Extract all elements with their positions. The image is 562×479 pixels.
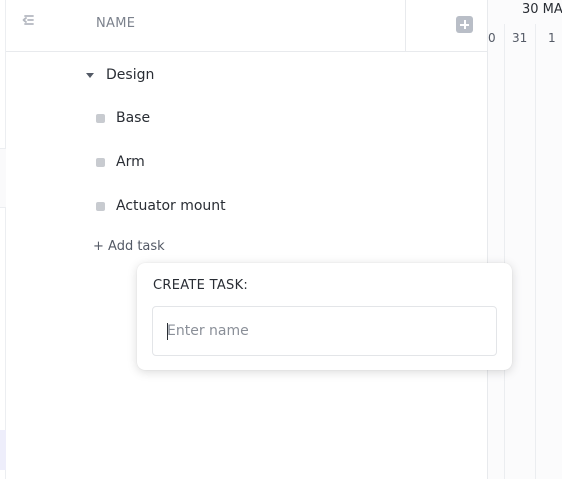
task-row[interactable]: Arm — [96, 152, 145, 172]
day-gridline — [535, 24, 536, 479]
gantt-timeline: 30 MA 0 31 1 — [487, 0, 562, 479]
left-edge-selection — [0, 430, 6, 470]
create-task-popup: CREATE TASK: — [137, 263, 512, 370]
timeline-day: 0 — [488, 31, 496, 45]
collapse-sidebar-icon[interactable] — [19, 11, 39, 31]
group-label: Design — [106, 67, 155, 83]
left-edge-panel — [0, 0, 6, 479]
status-square-icon[interactable] — [96, 201, 105, 211]
task-label: Actuator mount — [116, 198, 226, 214]
text-cursor — [167, 323, 168, 340]
task-row[interactable]: Actuator mount — [96, 196, 226, 216]
day-gridline — [504, 24, 505, 479]
add-task-button[interactable]: + Add task — [93, 239, 165, 254]
caret-down-icon[interactable] — [86, 72, 94, 78]
list-header: NAME — [6, 0, 487, 52]
task-name-input[interactable] — [152, 306, 497, 356]
plus-square-icon[interactable] — [456, 16, 473, 33]
left-edge-highlight — [0, 148, 6, 208]
status-square-icon[interactable] — [96, 157, 105, 167]
group-row-design[interactable]: Design — [86, 66, 154, 84]
timeline-day: 1 — [548, 31, 556, 45]
task-label: Base — [116, 110, 151, 126]
column-divider[interactable] — [405, 0, 406, 52]
create-task-title: CREATE TASK: — [153, 278, 249, 293]
timeline-month-label: 30 MA — [522, 2, 562, 17]
status-square-icon[interactable] — [96, 113, 105, 123]
name-column-header[interactable]: NAME — [96, 16, 135, 31]
task-label: Arm — [116, 154, 145, 170]
timeline-day: 31 — [512, 31, 528, 45]
task-row[interactable]: Base — [96, 108, 150, 128]
